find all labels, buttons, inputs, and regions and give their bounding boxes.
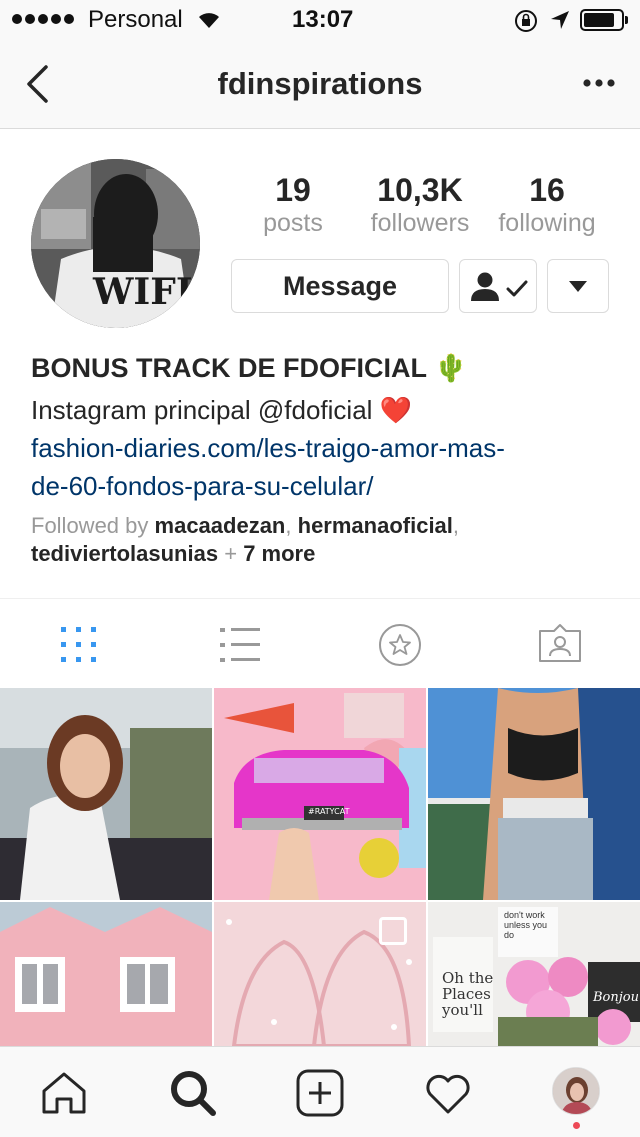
signal-strength-icon <box>12 14 74 24</box>
followed-by-line-2[interactable]: tediviertolasunias + 7 more <box>31 541 315 567</box>
car-plate-text: #RATYCAT <box>308 807 350 816</box>
poster-text-line-1: Oh the <box>442 969 494 987</box>
message-button[interactable]: Message <box>231 259 449 313</box>
profile-avatar[interactable]: WIFI <box>31 159 200 328</box>
list-view-icon[interactable] <box>220 628 260 662</box>
posts-count: 19 <box>275 172 311 208</box>
followed-by-user-3[interactable]: tediviertolasunias <box>31 541 218 566</box>
search-icon[interactable] <box>169 1069 217 1117</box>
stat-posts[interactable]: 19 posts <box>223 172 363 238</box>
notification-dot <box>573 1122 580 1129</box>
multiple-photos-icon <box>379 917 407 945</box>
more-options-icon[interactable] <box>582 78 616 88</box>
new-post-icon[interactable] <box>296 1069 344 1117</box>
bio-text: Instagram principal @fdoficial ❤️ <box>31 395 413 425</box>
followers-label: followers <box>370 209 470 237</box>
followed-sep-1: , <box>285 513 292 538</box>
home-icon[interactable] <box>40 1071 88 1115</box>
photo-tile[interactable]: Oh the Places you'll don't work unless y… <box>428 902 640 1046</box>
battery-icon <box>580 9 628 31</box>
followed-by-user-1[interactable]: macaadezan <box>155 513 286 538</box>
poster-bonjour-text: Bonjour <box>593 990 640 1005</box>
photo-tile[interactable] <box>214 902 426 1046</box>
profile-view-tabs <box>0 598 640 688</box>
photo-tile[interactable] <box>0 688 212 900</box>
suggestions-dropdown-button[interactable] <box>547 259 609 313</box>
photo-tile[interactable]: #RATYCAT <box>214 688 426 900</box>
followed-by-prefix: Followed by <box>31 513 149 538</box>
location-arrow-icon <box>551 11 569 29</box>
tagged-photos-icon[interactable] <box>538 623 582 663</box>
photo-tile[interactable] <box>428 688 640 900</box>
bio-link-line-2[interactable]: de-60-fondos-para-su-celular/ <box>31 471 374 502</box>
chevron-down-icon <box>569 281 587 292</box>
person-check-icon <box>471 272 528 301</box>
following-count: 16 <box>529 172 565 208</box>
followed-by-user-2[interactable]: hermanaoficial <box>298 513 453 538</box>
carrier-name: Personal <box>88 6 183 33</box>
poster-text-line-3: you'll <box>442 1001 483 1019</box>
followed-by-more[interactable]: 7 more <box>243 541 315 566</box>
poster-text-line-2: Places <box>442 985 491 1003</box>
stat-following[interactable]: 16 following <box>477 172 617 238</box>
posts-label: posts <box>263 209 323 237</box>
poster-small-text: don't work unless you do <box>504 910 548 940</box>
followed-by-line-1[interactable]: Followed by macaadezan, hermanaoficial, <box>31 513 459 539</box>
profile-full-name: BONUS TRACK DE FDOFICIAL 🌵 <box>31 353 468 383</box>
poster-text: Oh the Places you'll <box>442 970 493 1018</box>
navigation-bar: fdinspirations <box>0 40 640 129</box>
message-button-label: Message <box>282 270 398 301</box>
following-label: following <box>498 209 596 237</box>
photo-tile[interactable] <box>0 902 212 1046</box>
following-status-button[interactable] <box>459 259 537 313</box>
stat-followers[interactable]: 10,3K followers <box>350 172 490 238</box>
bio-link-line-1[interactable]: fashion-diaries.com/les-traigo-amor-mas- <box>31 433 505 464</box>
followed-sep-2: , <box>452 513 460 538</box>
followed-plus: + <box>224 541 238 566</box>
page-title: fdinspirations <box>217 66 423 101</box>
grid-view-icon[interactable] <box>61 627 97 663</box>
saved-star-icon[interactable] <box>378 623 422 667</box>
status-time: 13:07 <box>292 6 354 33</box>
followers-count: 10,3K <box>377 172 463 208</box>
bottom-tab-bar <box>0 1046 640 1137</box>
wifi-icon <box>199 13 219 28</box>
orientation-lock-icon <box>515 10 537 32</box>
status-bar: Personal 13:07 <box>0 0 640 40</box>
activity-heart-icon[interactable] <box>424 1073 472 1115</box>
avatar-shirt-text: WIFI <box>93 271 193 313</box>
profile-tab-avatar[interactable] <box>552 1067 600 1115</box>
